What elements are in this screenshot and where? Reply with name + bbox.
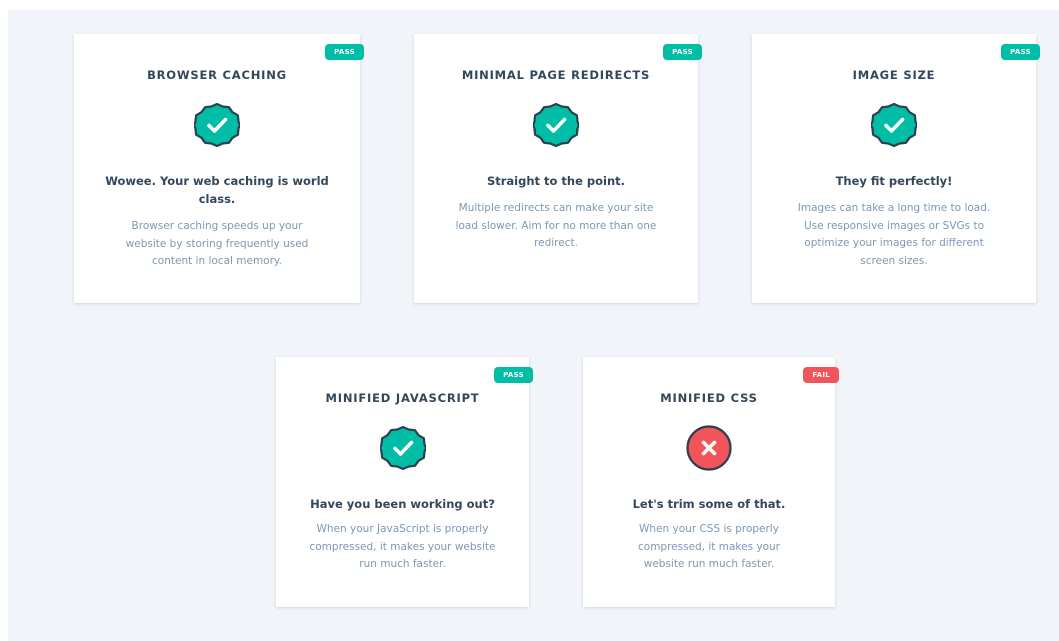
check-badge-icon (533, 102, 579, 148)
card-description: When your JavaScript is properly compres… (309, 523, 496, 570)
card-image-size: PASS IMAGE SIZE They fit perfectly! Imag… (752, 34, 1040, 303)
status-badge: PASS (494, 367, 533, 383)
card-headline: Straight to the point. (486, 174, 626, 188)
card-minified-css: FAIL MINIFIED CSS Let's trim some of tha… (583, 357, 839, 607)
card-title: BROWSER CACHING (147, 68, 287, 82)
card-minimal-page-redirects: PASS MINIMAL PAGE REDIRECTS Straight to … (414, 34, 702, 303)
card-description: Multiple redirects can make your site lo… (455, 202, 657, 249)
card-title: IMAGE SIZE (852, 68, 936, 82)
card-title: MINIFIED JAVASCRIPT (325, 391, 480, 405)
card-title: MINIMAL PAGE REDIRECTS (461, 68, 651, 82)
status-badge: PASS (325, 44, 364, 60)
card-headline: Wowee. Your web caching is world class. (105, 174, 329, 206)
card-headline: They fit perfectly! (835, 174, 953, 188)
check-badge-icon (194, 102, 240, 148)
check-badge-icon (379, 425, 426, 471)
card-description: When your CSS is properly compressed, it… (638, 523, 780, 570)
card-headline: Let's trim some of that. (632, 497, 786, 511)
card-headline: Have you been working out? (310, 497, 495, 511)
check-badge-icon (871, 102, 917, 148)
status-badge: PASS (1001, 44, 1040, 60)
card-description: Images can take a long time to load. Use… (797, 202, 991, 267)
card-description: Browser caching speeds up your website b… (125, 220, 309, 267)
x-circle-icon (686, 425, 732, 471)
card-title: MINIFIED CSS (660, 391, 758, 405)
card-minified-javascript: PASS MINIFIED JAVASCRIPT Have you been w… (276, 357, 533, 607)
card-browser-caching: PASS BROWSER CACHING Wowee. Your web cac… (74, 34, 364, 303)
status-badge: PASS (663, 44, 702, 60)
status-badge: FAIL (803, 367, 839, 383)
